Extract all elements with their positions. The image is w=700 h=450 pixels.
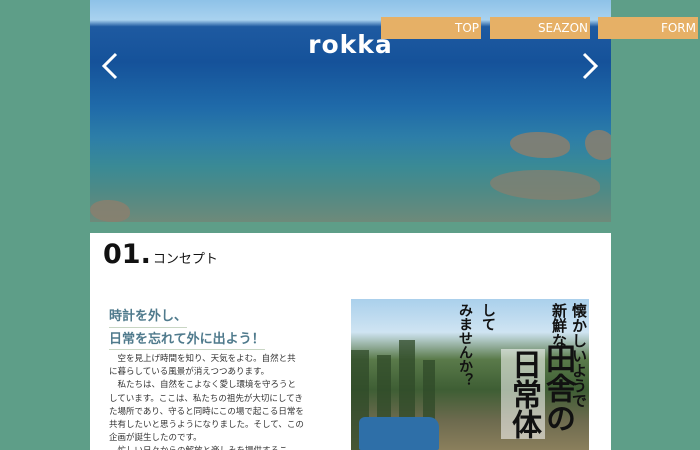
concept-section: 01. コンセプト 時計を外し、 日常を忘れて外に出よう！ 空を見上げ時間を知り… [90, 233, 611, 450]
next-slide-button[interactable] [578, 50, 602, 82]
concept-photo: 懐かしいようで 新鮮な して みませんか？ 田舎の 日常体 [351, 299, 589, 450]
catch-copy-1: 時計を外し、 [109, 307, 188, 328]
concept-body: 空を見上げ時間を知り、天気をよむ。自然と共に暮らしている風景が消えつつあります。… [109, 354, 304, 450]
prev-slide-button[interactable] [98, 50, 122, 82]
hero-rock [585, 130, 611, 160]
concept-text: 時計を外し、 日常を忘れて外に出よう！ 空を見上げ時間を知り、天気をよむ。自然と… [109, 307, 304, 450]
chevron-right-icon [582, 52, 599, 80]
section-label: コンセプト [152, 252, 218, 267]
nav-top-button[interactable]: TOP [381, 17, 481, 39]
photo-text-2: 新鮮な [550, 303, 568, 348]
nav-season-button[interactable]: SEAZON [490, 17, 590, 39]
photo-text-3: して [480, 303, 496, 331]
section-heading: 01. コンセプト [103, 239, 218, 270]
chevron-left-icon [101, 52, 118, 80]
catch-copy-2: 日常を忘れて外に出よう！ [109, 330, 265, 350]
photo-car [359, 417, 439, 450]
nav-form-button[interactable]: FORM [598, 17, 698, 39]
photo-text-4: みませんか？ [457, 303, 473, 387]
hero-rock [90, 200, 130, 222]
hero-rock [490, 170, 600, 200]
section-number: 01. [103, 239, 151, 270]
hero-rock [510, 132, 570, 158]
photo-text-6: 日常体 [501, 349, 545, 439]
